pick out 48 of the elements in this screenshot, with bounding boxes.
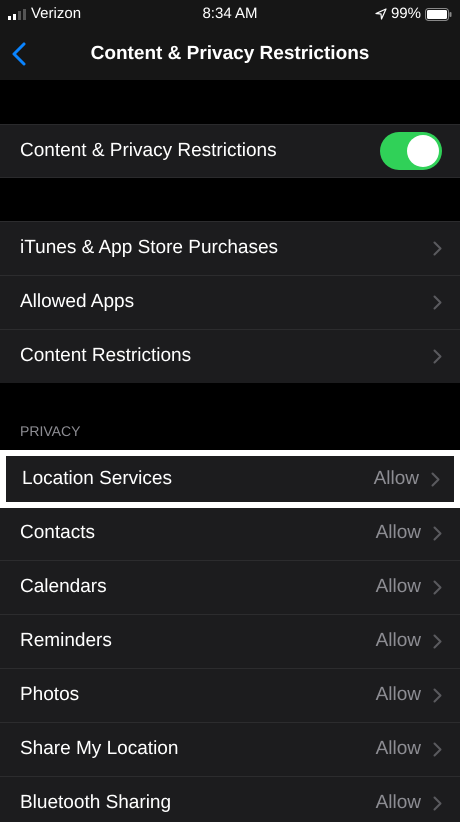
chevron-icon — [431, 472, 440, 487]
location-arrow-icon — [374, 8, 387, 20]
row-label: Location Services — [22, 467, 172, 492]
row-label: Share My Location — [20, 737, 178, 762]
row-value: Allow — [376, 521, 421, 546]
row-value: Allow — [376, 575, 421, 600]
chevron-icon — [433, 796, 442, 811]
list-row[interactable]: Contacts Allow — [0, 506, 460, 560]
section-header: PRIVACY — [20, 422, 80, 441]
page-title: Content & Privacy Restrictions — [90, 42, 370, 66]
chevron-icon — [433, 580, 442, 595]
list-row[interactable]: Bluetooth Sharing Allow — [0, 776, 460, 822]
clock-time: 8:34 AM — [202, 4, 258, 24]
row-label: Allowed Apps — [20, 290, 134, 314]
chevron-icon — [433, 634, 442, 649]
row-label: Calendars — [20, 575, 107, 600]
chevron-icon — [433, 241, 442, 256]
chevron-icon — [433, 349, 442, 364]
list-row[interactable]: Content Restrictions — [0, 329, 460, 383]
row-label: Reminders — [20, 629, 112, 654]
carrier-name: Verizon — [31, 4, 82, 24]
row-label: Photos — [20, 683, 80, 708]
chevron-icon — [433, 526, 442, 541]
chevron-icon — [433, 295, 442, 310]
toggle-label: Content & Privacy Restrictions — [20, 138, 277, 163]
row-value: Allow — [376, 629, 421, 654]
chevron-icon — [433, 742, 442, 757]
row-value: Allow — [374, 467, 419, 492]
row-value: Allow — [376, 683, 421, 708]
list-row[interactable]: Photos Allow — [0, 668, 460, 722]
back-button[interactable] — [10, 40, 28, 68]
list-row[interactable]: iTunes & App Store Purchases — [0, 221, 460, 275]
row-label: Contacts — [20, 521, 95, 546]
battery-icon — [424, 8, 452, 20]
row-value: Allow — [376, 791, 421, 816]
list-row[interactable]: Reminders Allow — [0, 614, 460, 668]
battery-percentage: 99% — [390, 4, 421, 24]
chevron-icon — [433, 688, 442, 703]
list-row[interactable]: Location Services Allow — [2, 452, 458, 506]
row-label: Bluetooth Sharing — [20, 791, 172, 816]
row-label: Content Restrictions — [20, 344, 192, 368]
row-value: Allow — [376, 737, 421, 762]
signal-icon — [8, 8, 26, 20]
toggle-switch[interactable] — [380, 132, 442, 170]
list-row[interactable]: Share My Location Allow — [0, 722, 460, 776]
list-row[interactable]: Allowed Apps — [0, 275, 460, 329]
row-label: iTunes & App Store Purchases — [20, 236, 278, 260]
list-row[interactable]: Calendars Allow — [0, 560, 460, 614]
